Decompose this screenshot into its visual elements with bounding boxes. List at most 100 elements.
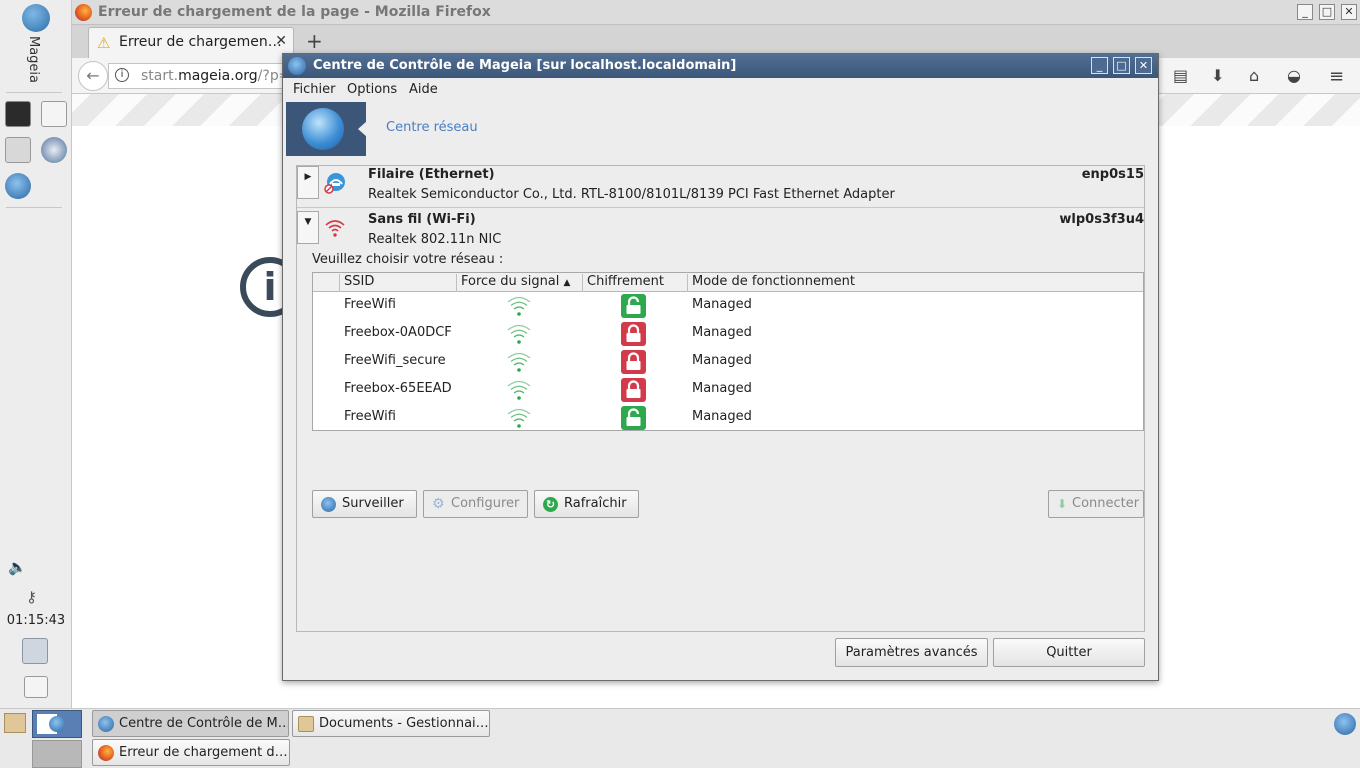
system-tray-mageia-icon[interactable] [1334,713,1356,735]
mode-cell: Managed [692,409,752,424]
web-browser-icon[interactable] [41,137,67,163]
wifi-network-table: SSID Force du signal ▲ Chiffrement Mode … [312,272,1144,431]
table-row[interactable]: Freebox-0A0DCF Managed [313,320,1143,348]
clock[interactable]: 01:15:43 [0,613,72,628]
signal-strength-icon [507,408,531,428]
gear-icon: ⚙ [432,496,445,512]
table-row[interactable]: FreeWifi Managed [313,292,1143,320]
lock-closed-icon [621,378,646,402]
control-center-window: Centre de Contrôle de Mageia [sur localh… [282,53,1159,681]
banner-icon-box [286,102,366,156]
workspace-1[interactable] [32,710,82,738]
minimize-icon[interactable]: _ [1091,57,1108,74]
control-center-icon[interactable] [5,173,31,199]
site-info-icon[interactable]: i [115,68,129,82]
download-icon[interactable]: ⬇ [1211,66,1224,85]
volume-icon[interactable]: 🔈 [8,558,27,576]
url-text: start.mageia.org/?p= [141,68,291,84]
tab-error-page[interactable]: ⚠ Erreur de chargemen… ✕ [88,27,294,58]
lock-closed-icon [621,350,646,374]
firefox-window-title: Erreur de chargement de la page - Mozill… [98,4,491,20]
section-title: Centre réseau [386,120,478,135]
show-desktop-icon[interactable] [4,713,26,733]
control-center-title-bar: Centre de Contrôle de Mageia [sur localh… [283,54,1158,78]
terminal-icon[interactable] [5,101,31,127]
network-ethernet: ▶ Filaire (Ethernet) enp0s15 Realtek Sem… [297,166,1144,208]
taskbar-item-documents[interactable]: Documents - Gestionnai… [292,710,490,737]
pocket-icon[interactable]: ◒ [1287,66,1301,85]
menu-hamburger-icon[interactable]: ≡ [1329,66,1344,87]
globe-icon [302,108,344,150]
ethernet-disconnected-icon [324,173,345,194]
removable-device-icon[interactable] [24,676,48,698]
close-icon[interactable]: ✕ [1135,57,1152,74]
lock-open-icon [621,406,646,430]
table-row[interactable]: FreeWifi_secure Managed [313,348,1143,376]
mode-cell: Managed [692,325,752,340]
text-editor-icon[interactable] [41,101,67,127]
taskbar-item-label: Documents - Gestionnai… [319,716,489,731]
maximize-icon[interactable]: □ [1319,4,1335,20]
choose-network-label: Veuillez choisir votre réseau : [312,252,504,267]
new-tab-icon[interactable]: + [306,29,323,53]
mageia-launcher-label[interactable]: Mageia [26,36,41,83]
configure-button[interactable]: ⚙ Configurer [423,490,528,518]
reading-list-icon[interactable]: ▤ [1173,66,1188,85]
connect-button[interactable]: ⬇ Connecter [1048,490,1144,518]
signal-strength-icon [507,380,531,400]
connect-arrow-icon: ⬇ [1057,497,1068,511]
advanced-settings-button[interactable]: Paramètres avancés [835,638,988,667]
tab-label: Erreur de chargemen… [119,34,282,50]
table-row[interactable]: Freebox-65EEAD Managed [313,376,1143,404]
table-row[interactable]: FreeWifi Managed [313,404,1143,432]
monitor-button[interactable]: Surveiller [312,490,417,518]
column-header-mode[interactable]: Mode de fonctionnement [687,274,1143,292]
expand-toggle[interactable]: ▶ [297,166,319,199]
menu-help[interactable]: Aide [409,82,438,97]
configure-button-label: Configurer [451,496,520,511]
menu-file[interactable]: Fichier [293,82,336,97]
taskbar-item-firefox[interactable]: Erreur de chargement d… [92,739,290,766]
firefox-icon [98,745,114,761]
refresh-button[interactable]: ↻ Rafraîchir [534,490,639,518]
back-icon[interactable]: ← [78,61,108,91]
column-header-ssid[interactable]: SSID [339,274,457,292]
network-key-icon[interactable]: ⚷ [26,588,37,606]
monitor-icon [321,497,336,512]
home-icon[interactable]: ⌂ [1249,66,1259,85]
signal-strength-icon [507,352,531,372]
control-center-mini-icon [49,716,65,732]
panel-separator [6,207,62,208]
url-bar[interactable]: i start.mageia.org/?p= [108,63,291,89]
column-header-signal[interactable]: Force du signal ▲ [456,274,582,292]
menu-options[interactable]: Options [347,82,397,97]
control-center-title: Centre de Contrôle de Mageia [sur localh… [313,58,737,73]
network-wifi: ▼ Sans fil (Wi-Fi) wlp0s3f3u4 Realtek 80… [297,211,1144,251]
refresh-icon: ↻ [543,497,558,512]
close-icon[interactable]: ✕ [1341,4,1357,20]
expand-toggle[interactable]: ▼ [297,211,319,244]
tab-close-icon[interactable]: ✕ [275,33,287,49]
section-banner: Centre réseau [286,102,1156,156]
mageia-logo-icon[interactable] [22,4,50,32]
mode-cell: Managed [692,353,752,368]
maximize-icon[interactable]: □ [1113,57,1130,74]
taskbar-item-control-center[interactable]: Centre de Contrôle de M… [92,710,289,737]
quit-button[interactable]: Quitter [993,638,1145,667]
table-header: SSID Force du signal ▲ Chiffrement Mode … [313,273,1143,292]
taskbar: Centre de Contrôle de M… Documents - Ges… [0,708,1360,768]
column-header-encryption[interactable]: Chiffrement [582,274,688,292]
refresh-button-label: Rafraîchir [564,496,627,511]
desktop-side-panel: Mageia 🔈 ⚷ 01:15:43 [0,0,72,708]
workspace-2[interactable] [32,740,82,768]
firefox-title-bar: Erreur de chargement de la page - Mozill… [72,0,1360,25]
lock-open-icon [621,294,646,318]
sort-ascending-icon: ▲ [563,278,571,288]
control-center-icon [98,716,114,732]
file-manager-icon[interactable] [5,137,31,163]
network-description: Realtek Semiconductor Co., Ltd. RTL-8100… [368,187,895,202]
network-center-panel: ▶ Filaire (Ethernet) enp0s15 Realtek Sem… [296,165,1145,632]
minimize-icon[interactable]: _ [1297,4,1313,20]
wifi-icon [325,220,345,237]
update-applet-icon[interactable] [22,638,48,664]
